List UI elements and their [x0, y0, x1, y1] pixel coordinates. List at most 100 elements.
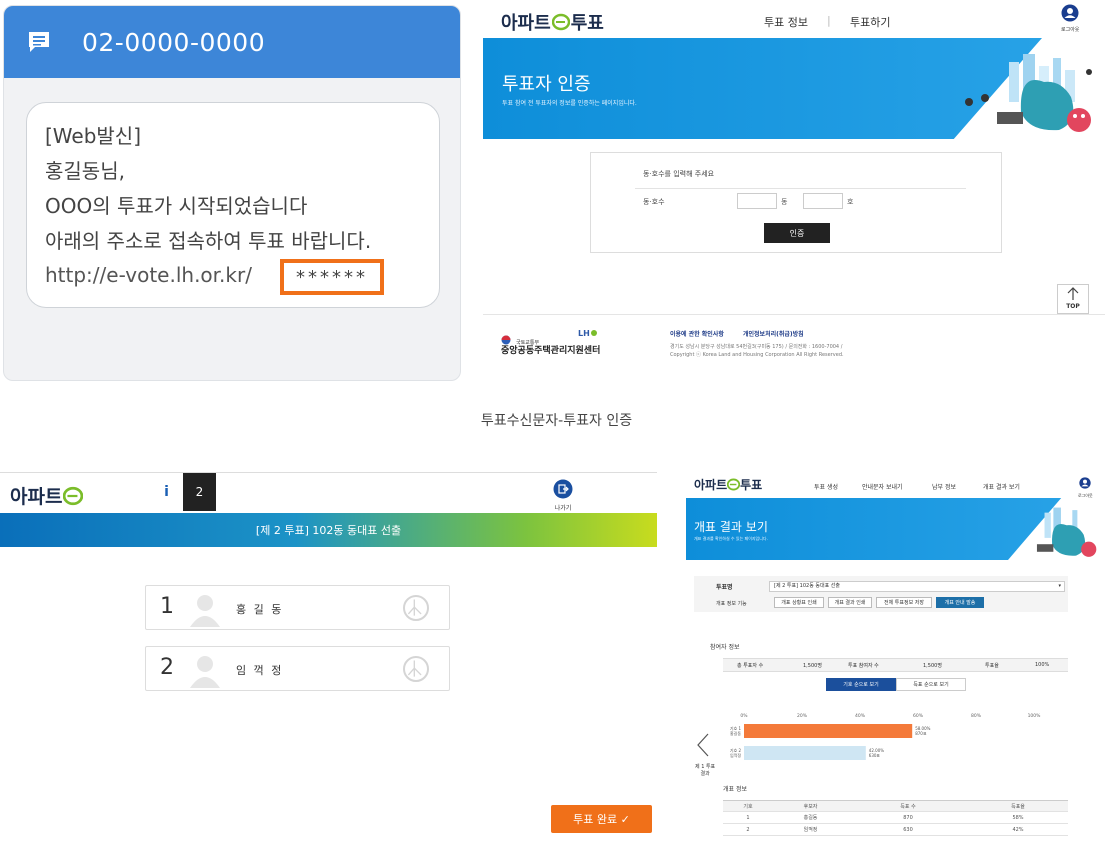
voted-label: 투표 참여자 수	[848, 663, 879, 669]
td: 2	[746, 826, 750, 833]
lh-dot-icon	[590, 330, 597, 336]
td: 홍길동	[803, 815, 818, 821]
chevron-left-icon	[697, 733, 709, 757]
site-logo[interactable]: 아파트 투표	[501, 9, 604, 35]
ho-unit: 호	[847, 198, 854, 206]
th: 기호	[743, 803, 753, 810]
table-header: 기호 후보자 득표 수 득표율	[723, 800, 1068, 812]
auth-form: 동·호수를 입력해 주세요 동·호수 동 호 인증	[590, 152, 1002, 253]
ho-input[interactable]	[803, 193, 843, 209]
vote-title: [제 2 투표] 102동 동대표 선출	[255, 524, 402, 537]
site-logo[interactable]: 아파트	[10, 482, 84, 509]
candidate-number: 2	[160, 655, 174, 680]
footer-address: 경기도 성남시 분당구 성남대로 54번길3(구미동 175) / 문의전화 :…	[670, 344, 843, 350]
logo-text: 투표	[740, 478, 763, 492]
logout-label: 로그아웃	[1061, 27, 1080, 33]
dong-input[interactable]	[737, 193, 777, 209]
sender-number: 02-0000-0000	[82, 27, 266, 57]
verify-button[interactable]: 인증	[764, 223, 830, 243]
prev-vote-button[interactable]	[696, 732, 710, 762]
top-button[interactable]: TOP	[1057, 284, 1089, 314]
print-result-button[interactable]: 개표 결과 인쇄	[828, 597, 872, 608]
divider	[635, 188, 966, 189]
logo-text: 아파트	[10, 486, 63, 508]
caret-down-icon: ▾	[1058, 583, 1061, 589]
city-illustration-icon	[1036, 507, 1097, 557]
step-info-tab[interactable]: i	[150, 473, 183, 511]
form-prompt: 동·호수를 입력해 주세요	[643, 170, 715, 178]
center-name: 중앙공동주택관리지원센터	[501, 346, 601, 356]
results-page: 아파트 투표 투표 생성 안내문자 보내기 납부 정보 개표 결과 보기 로그아…	[678, 470, 1108, 848]
tick-label: 80%	[971, 713, 982, 719]
sms-header: 02-0000-0000	[4, 6, 460, 78]
count-title: 개표 정보	[723, 786, 747, 793]
footer-link-privacy[interactable]: 개인정보처리(취급)방침	[743, 329, 804, 338]
sort-by-number-toggle[interactable]: 기호 순으로 보기	[826, 678, 896, 691]
logout-button[interactable]: 로그아웃	[1078, 474, 1093, 499]
tick-label: 60%	[913, 713, 924, 719]
banner-subtitle: 개표 결과를 확인하실 수 있는 페이지입니다.	[694, 536, 768, 541]
rate-value: 100%	[1035, 662, 1050, 668]
password-highlight: ******	[280, 259, 384, 295]
footer-link-terms[interactable]: 이용에 관한 확인사항	[670, 329, 724, 338]
dong-unit: 동	[781, 198, 788, 206]
send-notice-button[interactable]: 개표 안내 발송	[936, 597, 984, 608]
banner-title: 개표 결과 보기	[694, 520, 768, 534]
save-all-button[interactable]: 전체 투표정보 저장	[876, 597, 932, 608]
nav-send-sms[interactable]: 안내문자 보내기	[862, 482, 903, 491]
category-label: 임꺽정	[730, 752, 741, 758]
td: 630	[903, 826, 913, 833]
nav-divider: |	[827, 14, 831, 27]
vote-filter: 투표명 [제 2 투표] 102동 동대표 선출 ▾ 개표 정보 기능 개표 상황…	[694, 576, 1068, 612]
vote-complete-button[interactable]: 투표 완료 ✓	[551, 805, 652, 833]
vote-stamp-icon	[403, 595, 429, 621]
candidate-card-2[interactable]: 2 임 꺽 정	[145, 646, 450, 691]
td: 임꺽정	[803, 827, 818, 833]
top-label: TOP	[1066, 303, 1080, 310]
nav-create[interactable]: 투표 생성	[814, 482, 838, 491]
nav-vote[interactable]: 투표하기	[850, 14, 890, 30]
auth-footer: 국토교통부 LH 중앙공동주택관리지원센터 이용에 관한 확인사항 개인정보처리…	[483, 314, 1105, 380]
step-2-tab[interactable]: 2	[183, 473, 216, 511]
bar	[744, 724, 913, 738]
message-line: 아래의 주소로 접속하여 투표 바랍니다.	[45, 229, 372, 253]
avatar-icon	[190, 656, 220, 688]
exit-button[interactable]: 나가기	[553, 479, 573, 512]
td: 42%	[1012, 826, 1024, 833]
sort-by-votes-toggle[interactable]: 득표 순으로 보기	[896, 678, 966, 691]
th: 득표율	[1011, 803, 1025, 810]
lh-logo: LH	[578, 329, 597, 338]
message-line: [Web발신]	[45, 124, 142, 148]
lh-text: LH	[578, 329, 590, 338]
nav-payment[interactable]: 납부 정보	[932, 482, 956, 491]
results-bar-chart: 0% 20% 40% 60% 80% 100%기호 1홍길동58.00%870표기호 2임…	[730, 713, 1041, 760]
vote-name-label: 투표명	[716, 584, 733, 591]
print-status-button[interactable]: 개표 상황표 인쇄	[774, 597, 824, 608]
category-label: 홍길동	[730, 730, 741, 736]
vote-title-bar: [제 2 투표] 102동 동대표 선출	[0, 513, 657, 547]
nav-vote-info[interactable]: 투표 정보	[764, 14, 808, 30]
banner-title: 투표자 인증	[502, 74, 591, 95]
table-row: 1 홍길동 870 58%	[723, 812, 1068, 824]
nav-results[interactable]: 개표 결과 보기	[983, 482, 1020, 491]
logo-text: 투표	[570, 13, 604, 34]
bar	[744, 746, 866, 760]
exit-label: 나가기	[554, 505, 572, 512]
candidate-card-1[interactable]: 1 홍 길 동	[145, 585, 450, 630]
logout-button[interactable]: 로그아웃	[1061, 4, 1079, 33]
auth-banner: 투표자 인증 투표 참여 전 투표자의 정보를 인증하는 페이지입니다.	[483, 38, 1105, 139]
participant-title: 참여자 정보	[710, 644, 740, 651]
td: 1	[746, 814, 750, 821]
data-label: 630표	[869, 753, 881, 758]
func-label: 개표 정보 기능	[716, 601, 747, 607]
avatar-icon	[190, 595, 220, 627]
voted-value: 1,500명	[923, 663, 942, 669]
tick-label: 40%	[855, 713, 866, 719]
vote-url-link[interactable]: http://e-vote.lh.or.kr/	[45, 263, 252, 287]
arrow-up-icon	[1067, 287, 1079, 300]
banner-subtitle: 투표 참여 전 투표자의 정보를 인증하는 페이지입니다.	[502, 100, 637, 107]
total-label: 총 투표자 수	[737, 663, 764, 669]
vote-select[interactable]: [제 2 투표] 102동 동대표 선출 ▾	[769, 581, 1065, 592]
footer-copyright: Copyright ⓒ Korea Land and Housing Corpo…	[670, 352, 844, 358]
site-logo[interactable]: 아파트 투표	[694, 476, 762, 493]
